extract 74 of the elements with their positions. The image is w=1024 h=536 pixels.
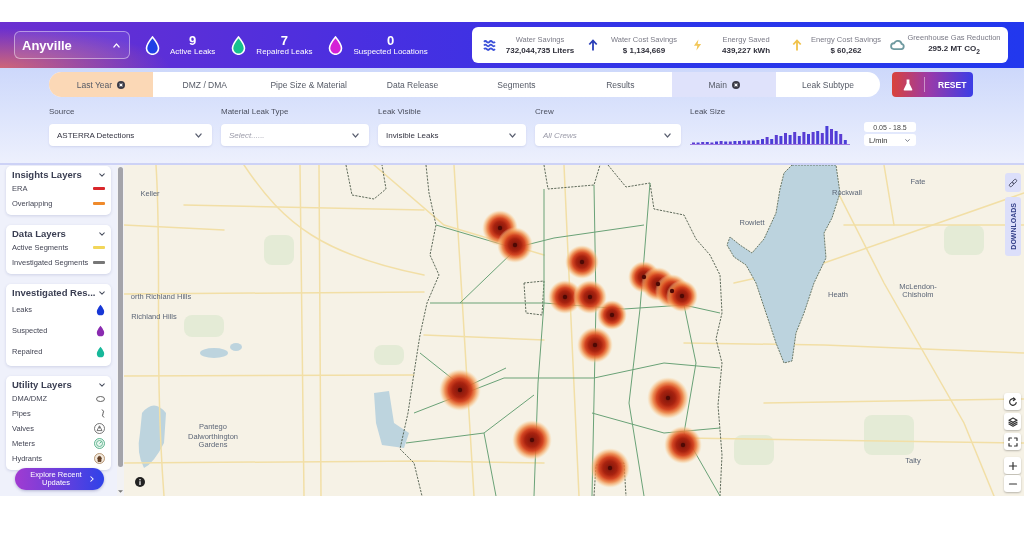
layers-icon [1007,416,1018,427]
tab[interactable]: DMZ / DMA [152,72,257,97]
link-button[interactable] [1005,173,1021,192]
savings-value: 439,227 kWh [722,45,770,56]
stat-label: Repaired Leaks [256,46,313,57]
field-label: Source [49,107,76,117]
reset-button[interactable]: RESET [892,72,973,97]
stat-count: 0 [386,33,395,47]
chevron-down-icon [905,138,910,142]
chevron-down-icon[interactable] [99,382,105,387]
tab[interactable]: Pipe Size & Material [256,72,361,97]
ellipse-icon [96,395,105,402]
stat-label: Suspected Locations [353,46,428,57]
caret-up-icon [113,42,120,48]
scroll-down-icon[interactable] [118,490,123,493]
squiggle-icon [101,409,105,418]
tab[interactable]: Main [672,72,777,97]
city-dropdown[interactable]: Anyville [14,31,130,59]
fullscreen-button[interactable] [1004,433,1021,450]
tab[interactable]: Last Year [49,72,153,97]
group-title: Insights Layers [12,169,82,180]
heat-spot[interactable] [647,377,689,419]
rotate-icon [1007,396,1018,407]
chevron-down-icon[interactable] [99,290,105,295]
chevron-down-icon [509,132,516,138]
tab[interactable]: Leak Subtype [776,72,880,97]
group-title: Data Layers [12,228,66,239]
chevron-down-icon[interactable] [99,231,105,236]
field-label: Material Leak Type [221,107,290,117]
fullscreen-icon [1007,436,1018,447]
info-icon[interactable] [135,477,145,487]
field-label: Leak Visible [378,107,422,117]
dropdown[interactable]: ASTERRA Detections [49,124,212,146]
chevron-down-icon[interactable] [99,172,105,177]
flask-icon [903,78,913,91]
layers-button[interactable] [1004,413,1021,430]
savings-value: 295.2 MT CO$_{2}$ [928,44,980,57]
field-label: Leak Size [690,107,727,117]
tab[interactable]: Results [568,72,673,97]
heat-spot[interactable] [664,426,702,464]
reset-view-button[interactable] [1004,393,1021,410]
group-title: Investigated Res... [12,287,96,298]
zoom-in-button[interactable] [1004,457,1021,474]
chevron-down-icon [352,132,359,138]
heat-spot[interactable] [439,369,481,411]
heat-spot[interactable] [590,448,630,488]
chevron-right-icon [90,476,94,482]
tab[interactable]: Data Release [360,72,465,97]
hydrant-icon [94,453,105,464]
chevron-down-icon [664,132,671,138]
heat-spot[interactable] [548,280,627,363]
dropdown[interactable]: Invisible Leaks [378,124,526,146]
savings-value: $ 1,134,669 [622,45,666,56]
stat-label: Active Leaks [170,46,216,57]
gauge-icon [94,438,105,449]
stat-count: 7 [280,33,288,47]
heat-spot[interactable] [628,261,698,312]
zoom-out-button[interactable] [1004,475,1021,492]
clear-icon[interactable] [731,80,740,89]
chevron-down-icon [195,132,202,138]
group-title: Utility Layers [12,379,72,390]
tab[interactable]: Segments [464,72,569,97]
zoom-in-icon [1007,460,1018,471]
field-label: Crew [535,107,555,117]
heat-spot[interactable] [565,245,599,279]
heat-spot[interactable] [512,420,552,460]
savings-value: $ 60,262 [830,45,862,56]
clear-icon[interactable] [117,80,126,89]
heat-spot[interactable] [482,210,533,263]
triangle-circle-icon [94,423,105,434]
stat-count: 9 [189,33,197,47]
savings-value: 732,044,735 Liters [505,45,575,56]
scrollbar-thumb[interactable] [118,167,123,467]
link-icon [1008,177,1018,188]
